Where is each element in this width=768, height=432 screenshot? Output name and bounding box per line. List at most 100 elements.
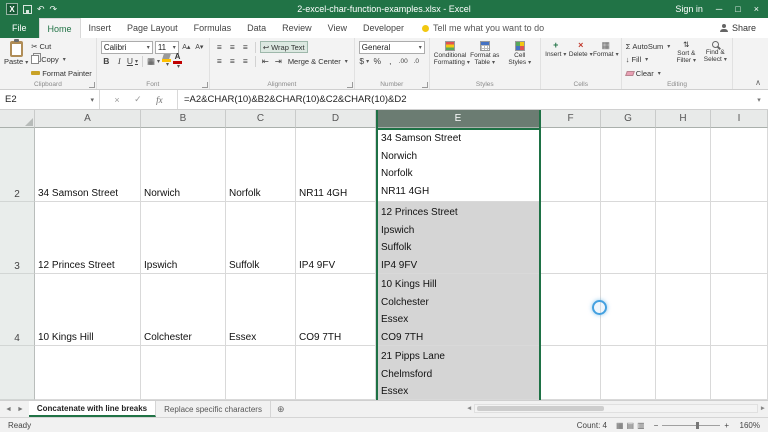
cell-G3[interactable]: [601, 202, 656, 274]
cell-E3[interactable]: 12 Princes Street Ipswich Suffolk IP4 9F…: [376, 202, 541, 274]
cell-B4[interactable]: Colchester: [141, 274, 226, 346]
cell-D3[interactable]: IP4 9FV: [296, 202, 376, 274]
tab-data[interactable]: Data: [239, 18, 274, 38]
cut-button[interactable]: ✂ Cut: [31, 41, 92, 52]
align-left-icon[interactable]: ≡: [214, 55, 225, 67]
cell-B5[interactable]: [141, 346, 226, 400]
collapse-ribbon-icon[interactable]: ∧: [748, 78, 768, 89]
expand-formula-bar-icon[interactable]: ▾: [750, 90, 768, 109]
cell-F4[interactable]: [541, 274, 601, 346]
tab-page-layout[interactable]: Page Layout: [119, 18, 186, 38]
close-button[interactable]: ×: [754, 5, 759, 14]
font-dialog-launcher-icon[interactable]: [202, 82, 208, 88]
column-header-b[interactable]: B: [141, 110, 226, 128]
fill-button[interactable]: ↓ Fill: [626, 54, 671, 65]
insert-function-icon[interactable]: fx: [156, 95, 163, 105]
bold-button[interactable]: B: [101, 55, 112, 67]
conditional-formatting-button[interactable]: Conditional Formatting: [434, 41, 466, 79]
cell-H3[interactable]: [656, 202, 711, 274]
cancel-formula-icon[interactable]: ×: [114, 95, 119, 105]
sign-in-button[interactable]: Sign in: [675, 4, 703, 14]
cell-styles-button[interactable]: Cell Styles: [504, 41, 536, 79]
increase-font-icon[interactable]: A▴: [181, 41, 192, 53]
find-select-button[interactable]: Find & Select: [702, 41, 728, 79]
formula-input[interactable]: =A2&CHAR(10)&B2&CHAR(10)&C2&CHAR(10)&D2: [178, 90, 750, 109]
name-box[interactable]: E2 ▾: [0, 90, 100, 109]
cell-E4[interactable]: 10 Kings Hill Colchester Essex CO9 7TH: [376, 274, 541, 346]
horizontal-scrollbar[interactable]: ◄ ►: [466, 403, 766, 414]
cell-G4[interactable]: [601, 274, 656, 346]
row-header-5[interactable]: [0, 346, 35, 400]
decrease-font-icon[interactable]: A▾: [194, 41, 205, 53]
tab-file[interactable]: File: [0, 18, 39, 38]
save-icon[interactable]: [23, 5, 32, 14]
cell-H2[interactable]: [656, 128, 711, 202]
underline-button[interactable]: U: [127, 55, 138, 67]
sheet-nav-left-icon[interactable]: ◄: [5, 406, 12, 413]
increase-indent-icon[interactable]: ⇥: [273, 55, 284, 67]
cell-A4[interactable]: 10 Kings Hill: [35, 274, 141, 346]
comma-format-icon[interactable]: ,: [385, 55, 396, 67]
cell-D4[interactable]: CO9 7TH: [296, 274, 376, 346]
scroll-right-icon[interactable]: ►: [760, 405, 766, 412]
fill-color-icon[interactable]: [162, 54, 171, 68]
cell-E2-active[interactable]: 34 Samson Street Norwich Norfolk NR11 4G…: [376, 128, 541, 202]
insert-cells-button[interactable]: + Insert: [545, 41, 567, 79]
align-bottom-icon[interactable]: ≡: [240, 41, 251, 53]
tab-formulas[interactable]: Formulas: [186, 18, 240, 38]
format-painter-button[interactable]: Format Painter: [31, 68, 92, 79]
number-dialog-launcher-icon[interactable]: [422, 82, 428, 88]
cell-H5[interactable]: [656, 346, 711, 400]
scroll-left-icon[interactable]: ◄: [466, 405, 472, 412]
tab-insert[interactable]: Insert: [81, 18, 120, 38]
cell-I5[interactable]: [711, 346, 768, 400]
borders-icon[interactable]: ▦: [147, 55, 160, 67]
column-header-g[interactable]: G: [601, 110, 656, 128]
format-as-table-button[interactable]: Format as Table: [469, 41, 501, 79]
alignment-dialog-launcher-icon[interactable]: [347, 82, 353, 88]
name-box-dropdown-icon[interactable]: ▾: [90, 96, 94, 104]
merge-center-button[interactable]: Merge & Center: [286, 55, 350, 67]
cell-C4[interactable]: Essex: [226, 274, 296, 346]
cell-D5[interactable]: [296, 346, 376, 400]
format-cells-button[interactable]: ▦ Format: [595, 41, 617, 79]
font-family-combo[interactable]: Calibri: [101, 41, 153, 54]
column-header-i[interactable]: I: [711, 110, 768, 128]
new-sheet-icon[interactable]: ⊕: [271, 401, 291, 417]
align-right-icon[interactable]: ≡: [240, 55, 251, 67]
column-header-d[interactable]: D: [296, 110, 376, 128]
zoom-slider[interactable]: [662, 425, 720, 426]
undo-icon[interactable]: ↶: [37, 5, 45, 14]
zoom-out-icon[interactable]: −: [654, 421, 659, 430]
autosum-button[interactable]: Σ AutoSum: [626, 41, 671, 52]
view-page-layout-icon[interactable]: ▤: [627, 421, 635, 430]
row-header-2[interactable]: 2: [0, 128, 35, 202]
column-header-h[interactable]: H: [656, 110, 711, 128]
number-format-combo[interactable]: General: [359, 41, 425, 54]
increase-decimal-icon[interactable]: .00: [398, 55, 409, 67]
decrease-decimal-icon[interactable]: .0: [411, 55, 422, 67]
maximize-button[interactable]: □: [735, 5, 740, 14]
cell-F2[interactable]: [541, 128, 601, 202]
cell-G2[interactable]: [601, 128, 656, 202]
cell-C3[interactable]: Suffolk: [226, 202, 296, 274]
cell-I4[interactable]: [711, 274, 768, 346]
cell-B2[interactable]: Norwich: [141, 128, 226, 202]
sheet-tab-replace[interactable]: Replace specific characters: [156, 401, 271, 417]
cell-C2[interactable]: Norfolk: [226, 128, 296, 202]
view-normal-icon[interactable]: ▦: [616, 421, 624, 430]
column-header-f[interactable]: F: [541, 110, 601, 128]
tab-home[interactable]: Home: [39, 18, 81, 38]
scrollbar-thumb[interactable]: [477, 406, 604, 411]
zoom-slider-thumb[interactable]: [696, 422, 699, 429]
sheet-tab-concatenate[interactable]: Concatenate with line breaks: [29, 401, 156, 417]
currency-format-icon[interactable]: $: [359, 55, 370, 67]
share-button[interactable]: Share: [720, 18, 768, 38]
minimize-button[interactable]: ─: [716, 5, 722, 14]
view-page-break-icon[interactable]: ▥: [637, 421, 645, 430]
cell-F5[interactable]: [541, 346, 601, 400]
sort-filter-button[interactable]: ⇅ Sort & Filter: [673, 41, 699, 79]
column-header-c[interactable]: C: [226, 110, 296, 128]
tell-me-box[interactable]: Tell me what you want to do: [422, 18, 544, 38]
cell-H4[interactable]: [656, 274, 711, 346]
